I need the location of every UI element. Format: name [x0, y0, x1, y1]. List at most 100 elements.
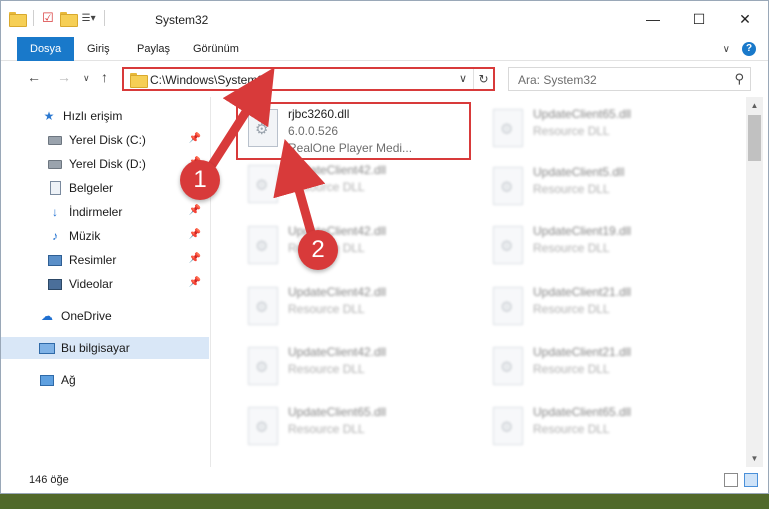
- file-name: UpdateClient65.dll: [533, 107, 632, 121]
- sidebar-item-local-disk-d[interactable]: Yerel Disk (D:) 📌: [1, 153, 209, 175]
- properties-icon[interactable]: ☑: [42, 10, 54, 26]
- dll-file-icon: [493, 347, 523, 385]
- file-type: Resource DLL: [533, 241, 610, 255]
- scrollbar-thumb[interactable]: [748, 115, 761, 161]
- sidebar-item-local-disk-c[interactable]: Yerel Disk (C:) 📌: [1, 129, 209, 151]
- file-item[interactable]: UpdateClient42.dll Resource DLL: [238, 341, 473, 397]
- file-type: Resource DLL: [533, 124, 610, 138]
- address-dropdown-icon[interactable]: ∨: [459, 72, 467, 85]
- tab-home[interactable]: Giriş: [77, 37, 120, 61]
- dll-file-icon: [493, 407, 523, 445]
- file-item[interactable]: UpdateClient5.dll Resource DLL: [483, 161, 718, 217]
- sidebar-item-label: Videolar: [69, 277, 113, 291]
- details-view-icon[interactable]: [724, 473, 738, 487]
- music-icon: ♪: [52, 229, 58, 243]
- file-item[interactable]: UpdateClient42.dll Resource DLL: [238, 220, 473, 276]
- forward-arrow-icon[interactable]: →: [57, 69, 71, 85]
- address-path[interactable]: C:\Windows\System32: [150, 73, 271, 87]
- sidebar-item-documents[interactable]: Belgeler 📌: [1, 177, 209, 199]
- tab-share[interactable]: Paylaş: [127, 37, 180, 61]
- pin-icon[interactable]: 📌: [189, 277, 201, 288]
- close-button[interactable]: ✕: [722, 1, 768, 37]
- up-arrow-icon[interactable]: ↑: [101, 69, 108, 85]
- file-item[interactable]: UpdateClient42.dll Resource DLL: [238, 159, 473, 215]
- dll-file-icon: [248, 407, 278, 445]
- file-item[interactable]: UpdateClient42.dll Resource DLL: [238, 281, 473, 337]
- drive-icon: [47, 132, 63, 148]
- tab-view[interactable]: Görünüm: [183, 37, 249, 61]
- file-item[interactable]: UpdateClient21.dll Resource DLL: [483, 281, 718, 337]
- sidebar-item-label: Bu bilgisayar: [61, 341, 130, 355]
- sidebar-item-label: OneDrive: [61, 309, 112, 323]
- file-type: Resource DLL: [288, 302, 365, 316]
- vertical-scrollbar[interactable]: ▲ ▼: [746, 97, 763, 467]
- recent-locations-chevron-icon[interactable]: ∨: [83, 73, 90, 84]
- sidebar-item-pictures[interactable]: Resimler 📌: [1, 249, 209, 271]
- dll-file-icon: [248, 226, 278, 264]
- scroll-up-icon[interactable]: ▲: [746, 97, 763, 114]
- sidebar-item-network[interactable]: Ağ: [1, 369, 209, 391]
- help-icon[interactable]: ?: [742, 42, 756, 56]
- sidebar-item-this-pc[interactable]: Bu bilgisayar: [1, 337, 209, 359]
- file-item[interactable]: UpdateClient19.dll Resource DLL: [483, 220, 718, 276]
- file-item[interactable]: UpdateClient65.dll Resource DLL: [238, 401, 473, 457]
- pin-icon[interactable]: 📌: [189, 229, 201, 240]
- status-bar: 146 öğe: [1, 467, 768, 493]
- dll-file-icon: [248, 165, 278, 203]
- file-name: UpdateClient42.dll: [288, 285, 387, 299]
- sidebar-item-onedrive[interactable]: ☁ OneDrive: [1, 305, 209, 327]
- dll-file-icon: [248, 287, 278, 325]
- file-name: UpdateClient42.dll: [288, 345, 387, 359]
- minimize-button[interactable]: —: [630, 1, 676, 37]
- quick-access-toolbar: ☑ ☰▾: [9, 10, 107, 27]
- maximize-button[interactable]: ☐: [676, 1, 722, 37]
- tiles-view-icon[interactable]: [744, 473, 758, 487]
- sidebar-item-videos[interactable]: Videolar 📌: [1, 273, 209, 295]
- new-folder-icon[interactable]: [59, 11, 78, 27]
- navigation-bar: ← → ∨ ↑ C:\Windows\System32 ∨ ↻ Ara: Sys…: [1, 63, 768, 93]
- step-1-badge: 1: [180, 160, 220, 200]
- sidebar-item-music[interactable]: ♪ Müzik 📌: [1, 225, 209, 247]
- back-arrow-icon[interactable]: ←: [27, 69, 41, 85]
- sidebar-item-label: Resimler: [69, 253, 117, 267]
- search-icon[interactable]: ⚲: [734, 71, 744, 87]
- file-type: Resource DLL: [533, 302, 610, 316]
- file-type: Resource DLL: [533, 362, 610, 376]
- toolbar-divider: [33, 10, 34, 26]
- ribbon-right-controls: ∨ ?: [723, 42, 756, 56]
- file-item[interactable]: UpdateClient65.dll Resource DLL: [483, 401, 718, 457]
- file-name: UpdateClient21.dll: [533, 285, 632, 299]
- documents-icon: [47, 180, 63, 196]
- navigation-pane: ★ Hızlı erişim Yerel Disk (C:) 📌 Yerel D…: [1, 97, 211, 467]
- pin-icon[interactable]: 📌: [189, 205, 201, 216]
- search-input[interactable]: Ara: System32 ⚲: [508, 67, 751, 91]
- scroll-down-icon[interactable]: ▼: [746, 450, 763, 467]
- file-item[interactable]: UpdateClient65.dll Resource DLL: [483, 103, 718, 159]
- window-title: System32: [155, 13, 209, 27]
- title-bar: ☑ ☰▾ System32 — ☐ ✕: [1, 1, 768, 37]
- file-name: UpdateClient65.dll: [288, 405, 387, 419]
- sidebar-item-label: Belgeler: [69, 181, 114, 195]
- drive-icon: [47, 156, 63, 172]
- cloud-icon: ☁: [41, 309, 53, 323]
- dll-file-icon: [493, 167, 523, 205]
- step-2-badge: 2: [298, 230, 338, 270]
- pin-icon[interactable]: 📌: [189, 133, 201, 144]
- pin-icon[interactable]: 📌: [189, 253, 201, 264]
- sidebar-item-quick-access[interactable]: ★ Hızlı erişim: [1, 105, 209, 127]
- window-controls: — ☐ ✕: [630, 1, 768, 37]
- file-type: Resource DLL: [533, 182, 610, 196]
- pictures-icon: [47, 252, 63, 268]
- address-bar[interactable]: C:\Windows\System32 ∨ ↻: [122, 67, 495, 91]
- file-type: Resource DLL: [533, 422, 610, 436]
- star-icon: ★: [43, 109, 55, 123]
- dll-file-icon: [493, 226, 523, 264]
- file-item[interactable]: UpdateClient21.dll Resource DLL: [483, 341, 718, 397]
- tab-file[interactable]: Dosya: [17, 37, 75, 61]
- customize-toolbar-icon[interactable]: ☰▾: [82, 13, 96, 24]
- computer-icon: [39, 340, 55, 356]
- refresh-icon[interactable]: ↻: [473, 69, 493, 89]
- sidebar-item-downloads[interactable]: ↓ İndirmeler 📌: [1, 201, 209, 223]
- explorer-window: ☑ ☰▾ System32 — ☐ ✕ Dosya Giriş Paylaş G…: [0, 0, 769, 494]
- expand-ribbon-icon[interactable]: ∨: [723, 44, 730, 55]
